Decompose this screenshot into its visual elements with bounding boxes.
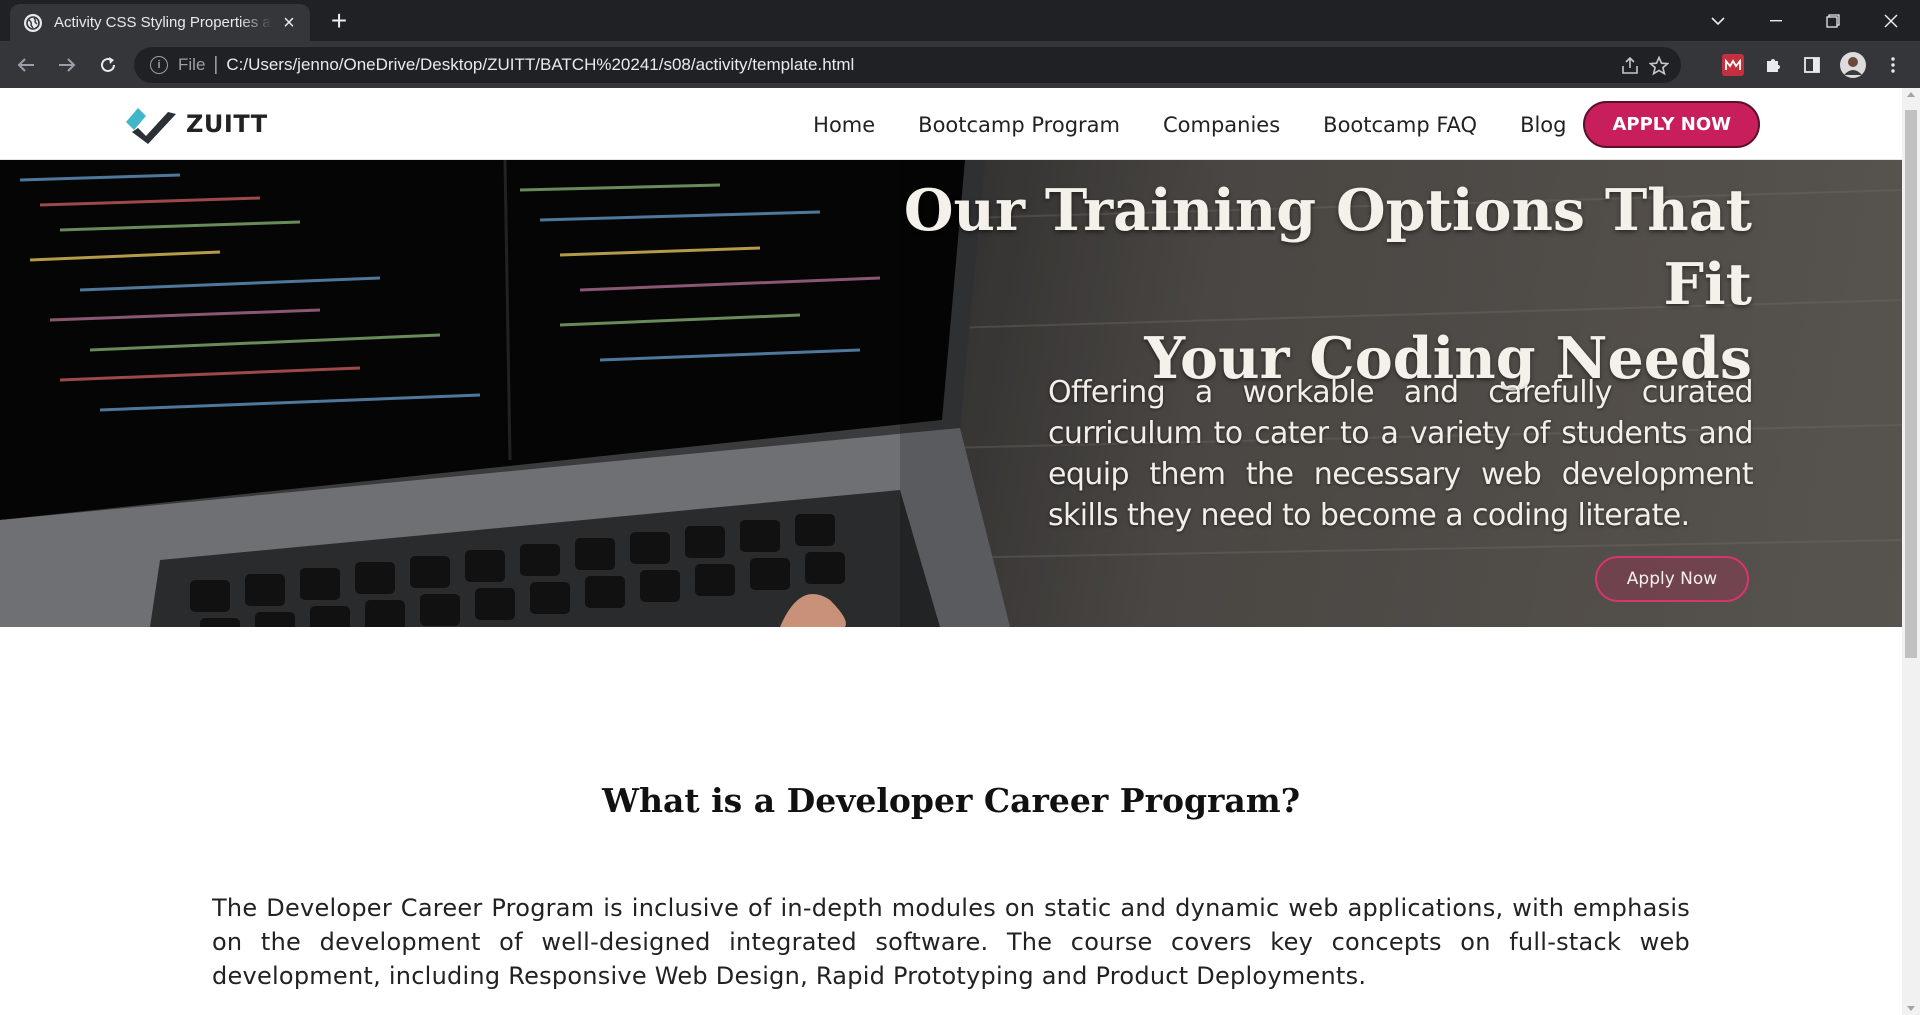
section-title: What is a Developer Career Program? [601,781,1301,820]
hero-title: Our Training Options That Fit Your Codin… [852,174,1752,396]
back-arrow-icon[interactable] [10,49,42,81]
minimize-icon[interactable] [1761,6,1791,36]
profile-avatar[interactable] [1839,51,1867,79]
hero-banner: Our Training Options That Fit Your Codin… [0,160,1902,627]
reload-icon[interactable] [92,49,124,81]
nav-link-home[interactable]: Home [813,113,875,137]
tab-title: Activity CSS Styling Properties and [54,14,272,31]
puzzle-icon[interactable] [1762,54,1784,76]
address-bar[interactable]: i File | C:/Users/jenno/OneDrive/Desktop… [134,47,1681,83]
browser-toolbar: i File | C:/Users/jenno/OneDrive/Desktop… [0,41,1920,88]
hero-apply-now-button[interactable]: Apply Now [1595,556,1749,602]
nav-links: Home Bootcamp Program Companies Bootcamp… [813,101,1760,148]
nav-link-bootcamp-faq[interactable]: Bootcamp FAQ [1323,113,1477,137]
scroll-thumb[interactable] [1905,110,1917,658]
logo-text: ZUITT [186,110,268,138]
nav-link-blog[interactable]: Blog [1520,113,1566,137]
nav-link-companies[interactable]: Companies [1163,113,1280,137]
url-text[interactable]: C:/Users/jenno/OneDrive/Desktop/ZUITT/BA… [226,55,854,75]
forward-arrow-icon[interactable] [51,49,83,81]
tab-search-icon[interactable] [1703,6,1733,36]
browser-tab[interactable]: Activity CSS Styling Properties and × [10,4,310,41]
url-separator: | [213,54,219,75]
extension-icon[interactable] [1722,54,1744,76]
restore-icon[interactable] [1818,6,1848,36]
hero-title-line-1: Our Training Options That Fit [903,177,1752,318]
bookmark-star-icon[interactable] [1649,56,1669,76]
close-icon[interactable]: × [280,13,298,33]
side-panel-icon[interactable] [1801,54,1823,76]
globe-icon [24,13,42,32]
apply-now-button[interactable]: APPLY NOW [1583,101,1760,148]
new-tab-button[interactable]: + [326,7,352,35]
close-window-icon[interactable] [1876,6,1906,36]
section-body: The Developer Career Program is inclusiv… [212,894,1690,990]
info-icon[interactable]: i [150,56,168,74]
nav-link-bootcamp-program[interactable]: Bootcamp Program [918,113,1120,137]
share-icon[interactable] [1620,56,1640,76]
site-navbar: ZUITT Home Bootcamp Program Companies Bo… [0,88,1902,160]
scroll-down-icon[interactable] [1907,1006,1915,1011]
url-scheme-label: File [178,55,206,74]
hero-description: Offering a workable and carefully curate… [1048,375,1754,533]
scroll-up-icon[interactable] [1907,92,1915,97]
page-viewport: ZUITT Home Bootcamp Program Companies Bo… [0,88,1902,1015]
menu-dots-icon[interactable] [1882,54,1904,76]
browser-tab-strip: Activity CSS Styling Properties and × + [0,0,1920,41]
page-scrollbar[interactable] [1902,88,1920,1015]
zuitt-logo-mark-icon [126,108,176,144]
zuitt-logo[interactable]: ZUITT [124,102,268,146]
